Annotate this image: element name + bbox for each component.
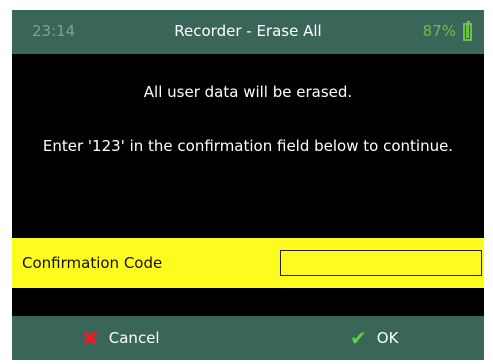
bottom-button-bar: ✖ Cancel ✔ OK <box>12 316 484 360</box>
confirmation-label: Confirmation Code <box>22 254 163 272</box>
battery-percentage: 87% <box>422 22 456 40</box>
ok-button[interactable]: ✔ OK <box>350 316 398 360</box>
instruction-message: Enter '123' in the confirmation field be… <box>42 137 454 155</box>
status-bar: 23:14 Recorder - Erase All 87% <box>12 10 484 54</box>
confirmation-code-input[interactable] <box>280 250 482 276</box>
x-icon: ✖ <box>82 326 99 350</box>
cancel-label: Cancel <box>108 329 160 347</box>
battery-icon <box>463 21 472 41</box>
cancel-button[interactable]: ✖ Cancel <box>82 316 160 360</box>
warning-message: All user data will be erased. <box>143 83 353 101</box>
page-title: Recorder - Erase All <box>174 22 322 40</box>
ok-label: OK <box>376 329 399 347</box>
device-screen: 23:14 Recorder - Erase All 87% All user … <box>12 10 484 360</box>
confirmation-row: Confirmation Code <box>12 238 484 288</box>
check-icon: ✔ <box>350 326 367 350</box>
